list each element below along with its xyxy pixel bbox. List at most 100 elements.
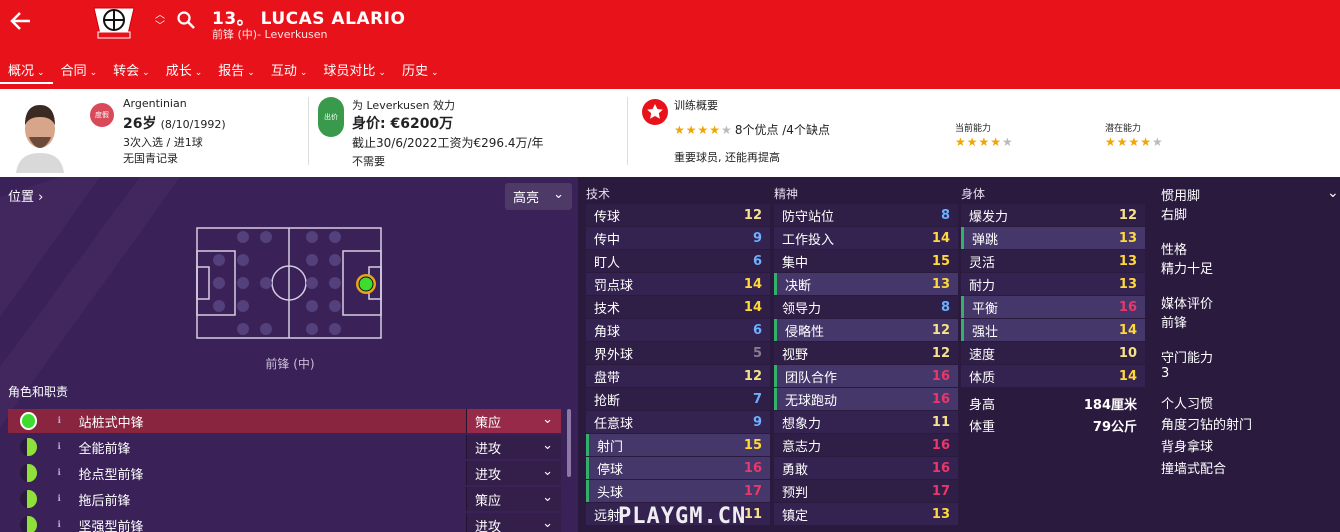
tab-bar: 概况 ⌄ 合同 ⌄ 转会 ⌄ 成长 ⌄ 报告 ⌄ 互动 ⌄ 球员对比 ⌄ 历史 ⌄ [0, 58, 447, 84]
attribute-row[interactable]: 强壮 14 [961, 319, 1145, 341]
tab-history[interactable]: 历史 ⌄ [394, 58, 447, 84]
attribute-row[interactable]: 领导力 8 [774, 296, 958, 318]
tab-contract[interactable]: 合同 ⌄ [53, 58, 106, 84]
attribute-row[interactable]: 爆发力 12 [961, 204, 1145, 226]
attribute-row[interactable]: 角球 6 [586, 319, 770, 341]
chevron-down-icon[interactable]: ⌄ [1327, 185, 1339, 201]
chevron-down-icon: ⌄ [542, 490, 553, 505]
attribute-value: 12 [931, 322, 950, 338]
personality: 精力十足 [1161, 262, 1214, 277]
prev-next-player-chevrons-icon[interactable]: ︿ ﹀ [152, 10, 168, 34]
attribute-row[interactable]: 镇定 13 [774, 503, 958, 525]
needed-status: 不需要 [352, 155, 385, 168]
attribute-name: 传中 [594, 232, 621, 248]
gk-rating: 3 [1161, 366, 1170, 381]
attribute-row[interactable]: 耐力 13 [961, 273, 1145, 295]
role-row[interactable]: ℹ 抢点型前锋 进攻 ⌄ [8, 461, 561, 485]
attribute-row[interactable]: 停球 16 [586, 457, 770, 479]
duty-dropdown[interactable]: 进攻 ⌄ [465, 513, 561, 532]
attribute-name: 意志力 [782, 439, 822, 455]
attribute-row[interactable]: 射门 15 [586, 434, 770, 456]
role-suitability-icon [20, 412, 38, 430]
tab-interaction[interactable]: 互动 ⌄ [263, 58, 316, 84]
role-row[interactable]: ℹ 拖后前锋 策应 ⌄ [8, 487, 561, 511]
attribute-row[interactable]: 侵略性 12 [774, 319, 958, 341]
attribute-row[interactable]: 视野 12 [774, 342, 958, 364]
divider [308, 97, 309, 165]
attribute-row[interactable]: 团队合作 16 [774, 365, 958, 387]
duty-dropdown[interactable]: 策应 ⌄ [465, 409, 561, 433]
attribute-row[interactable]: 盯人 6 [586, 250, 770, 272]
chevron-down-icon: ⌄ [542, 464, 553, 479]
search-icon[interactable] [176, 10, 196, 30]
attribute-row[interactable]: 速度 10 [961, 342, 1145, 364]
attribute-row[interactable]: 体质 14 [961, 365, 1145, 387]
height-label: 身高 [969, 397, 996, 413]
player-position-club: 前锋 (中)- Leverkusen [212, 28, 328, 41]
club-line: 为 Leverkusen 效力 [352, 99, 455, 112]
info-icon[interactable]: ℹ [57, 442, 78, 452]
attribute-value: 13 [1118, 276, 1137, 292]
attribute-row[interactable]: 勇敢 16 [774, 457, 958, 479]
role-row[interactable]: ℹ 坚强型前锋 进攻 ⌄ [8, 513, 561, 532]
attribute-value: 13 [931, 276, 950, 292]
attribute-value: 6 [752, 322, 762, 338]
attribute-name: 盯人 [594, 255, 621, 271]
info-icon[interactable]: ℹ [57, 494, 78, 504]
attribute-row[interactable]: 灵活 13 [961, 250, 1145, 272]
duty-dropdown[interactable]: 进攻 ⌄ [465, 435, 561, 459]
attribute-name: 强壮 [972, 324, 999, 340]
age-dob: 26岁 (8/10/1992) [123, 116, 226, 132]
attribute-row[interactable]: 意志力 16 [774, 434, 958, 456]
tab-overview[interactable]: 概况 ⌄ [0, 58, 53, 84]
nationality: Argentinian [123, 97, 187, 110]
info-icon[interactable]: ℹ [57, 520, 78, 530]
attribute-row[interactable]: 技术 14 [586, 296, 770, 318]
role-row[interactable]: ℹ 全能前锋 进攻 ⌄ [8, 435, 561, 459]
attribute-row[interactable]: 预判 17 [774, 480, 958, 502]
attribute-value: 17 [743, 483, 762, 499]
tab-development[interactable]: 成长 ⌄ [158, 58, 211, 84]
roles-scrollbar[interactable] [567, 409, 571, 477]
attributes-panel: 技术 精神 身体 传球 12 传中 9 盯人 6 罚点球 14 技术 14 角球 6 界外球 5 盘带 12 抢… [578, 177, 1151, 532]
attribute-row[interactable]: 传球 12 [586, 204, 770, 226]
attribute-row[interactable]: 抢断 7 [586, 388, 770, 410]
duty-dropdown[interactable]: 策应 ⌄ [465, 487, 561, 511]
attribute-row[interactable]: 任意球 9 [586, 411, 770, 433]
attribute-value: 16 [931, 460, 950, 476]
attribute-name: 远射 [594, 508, 621, 524]
attribute-row[interactable]: 防守站位 8 [774, 204, 958, 226]
attribute-row[interactable]: 弹跳 13 [961, 227, 1145, 249]
attribute-row[interactable]: 盘带 12 [586, 365, 770, 387]
attribute-row[interactable]: 工作投入 14 [774, 227, 958, 249]
attribute-value: 9 [752, 414, 762, 430]
role-row[interactable]: ℹ 站桩式中锋 策应 ⌄ [8, 409, 561, 433]
tab-transfer[interactable]: 转会 ⌄ [105, 58, 158, 84]
attribute-row[interactable]: 想象力 11 [774, 411, 958, 433]
position-title[interactable]: 位置 › [8, 186, 43, 205]
attribute-row[interactable]: 界外球 5 [586, 342, 770, 364]
player-details-panel: 惯用脚 ⌄ 右脚 性格 精力十足 媒体评价 前锋 守门能力 3 个人习惯 角度刁… [1151, 177, 1340, 532]
player-header: ︿ ﹀ 13。 LUCAS ALARIO 前锋 (中)- Leverkusen 概… [0, 0, 1340, 89]
attribute-row[interactable]: 平衡 16 [961, 296, 1145, 318]
attribute-row[interactable]: 集中 15 [774, 250, 958, 272]
highlight-dropdown[interactable]: 高亮 ⌄ [505, 183, 572, 210]
back-arrow-icon[interactable] [8, 8, 34, 34]
attribute-row[interactable]: 无球跑动 16 [774, 388, 958, 410]
tab-reports[interactable]: 报告 ⌄ [210, 58, 263, 84]
attribute-row[interactable]: 传中 9 [586, 227, 770, 249]
attribute-name: 爆发力 [969, 209, 1009, 225]
chevron-down-icon: ⌄ [142, 68, 150, 78]
tab-compare[interactable]: 球员对比 ⌄ [315, 58, 394, 84]
attribute-row[interactable]: 罚点球 14 [586, 273, 770, 295]
info-icon[interactable]: ℹ [57, 468, 78, 478]
player-photo-avatar[interactable] [12, 97, 68, 173]
technical-list: 传球 12 传中 9 盯人 6 罚点球 14 技术 14 角球 6 界外球 5 盘带 12 抢断 7 任意球 9 射门 1… [586, 204, 770, 526]
attribute-name: 平衡 [972, 301, 999, 317]
player-value: 身价: €6200万 [352, 116, 454, 132]
info-icon[interactable]: ℹ [57, 416, 78, 426]
duty-dropdown[interactable]: 进攻 ⌄ [465, 461, 561, 485]
attribute-row[interactable]: 头球 17 [586, 480, 770, 502]
club-crest-icon[interactable] [92, 4, 136, 40]
attribute-row[interactable]: 决断 13 [774, 273, 958, 295]
